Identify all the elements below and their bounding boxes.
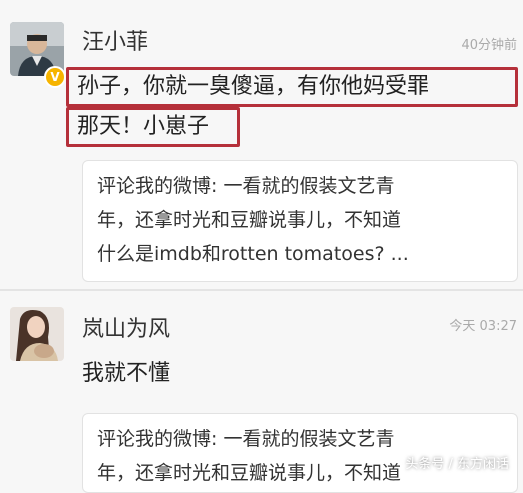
verified-badge-icon: V [44, 66, 66, 88]
timestamp: 今天 03:27 [449, 319, 517, 334]
watermark: 头条号 / 东方闲话 [405, 457, 509, 472]
quote-line: 评论我的微博: 一看就的假装文艺青 [97, 428, 395, 450]
comment-text: 我就不懂 [82, 361, 171, 386]
quote-line: 年，还拿时光和豆瓣说事儿，不知道 [97, 209, 402, 231]
quote-line: 什么是imdb和rotten tomatoes? ... [97, 243, 409, 265]
quote-line: 评论我的微博: 一看就的假装文艺青 [97, 175, 395, 197]
comment-item: V 汪小菲 40分钟前 孙子，你就一臭傻逼，有你他妈受罪 那天！小崽子 评论我的… [0, 0, 523, 288]
avatar[interactable] [10, 307, 64, 361]
avatar-image [10, 307, 64, 361]
timestamp: 40分钟前 [461, 38, 517, 53]
divider [0, 289, 523, 291]
comment-text-line: 孙子，你就一臭傻逼，有你他妈受罪 [66, 67, 518, 107]
username[interactable]: 汪小菲 [82, 24, 148, 56]
username[interactable]: 岚山为风 [82, 311, 170, 343]
comment-text-line: 那天！小崽子 [66, 107, 240, 147]
quoted-weibo[interactable]: 评论我的微博: 一看就的假装文艺青 年，还拿时光和豆瓣说事儿，不知道 什么是im… [82, 160, 518, 282]
